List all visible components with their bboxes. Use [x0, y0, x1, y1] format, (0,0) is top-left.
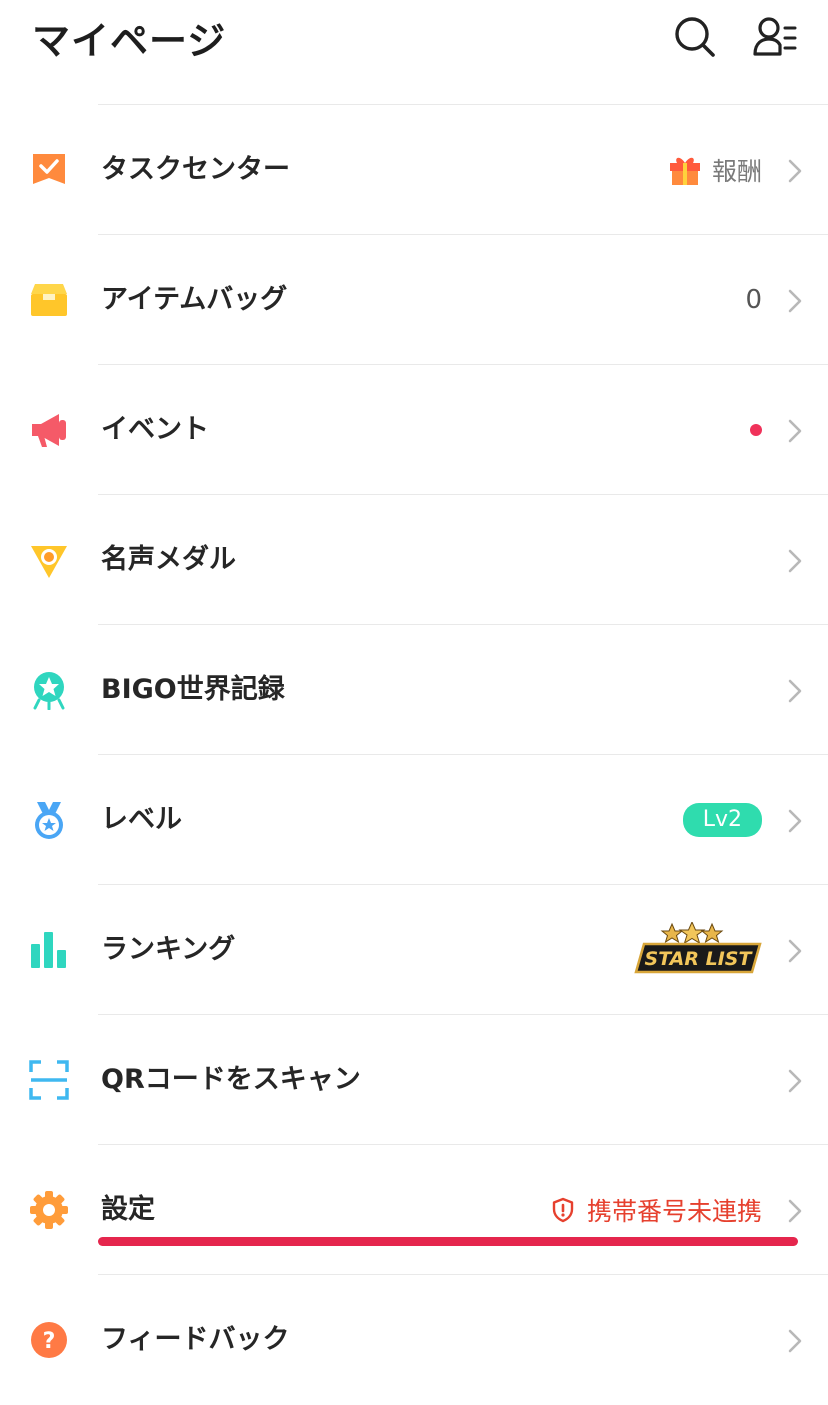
chevron-right-icon — [788, 809, 802, 833]
menu-item-level[interactable]: レベル Lv2 — [0, 755, 828, 885]
menu-item-task-center[interactable]: タスクセンター 報酬 — [0, 105, 828, 235]
menu-label: タスクセンター — [101, 154, 290, 185]
menu-label: フィードバック — [101, 1324, 290, 1355]
menu-list: タスクセンター 報酬 アイテムバッグ 0 イベント 名声メダル BIGO世界記録… — [0, 105, 828, 1405]
chevron-right-icon — [788, 939, 802, 963]
chevron-right-icon — [788, 1329, 802, 1353]
help-icon: ? — [31, 1322, 67, 1358]
warning-text: 携帯番号未連携 — [586, 1197, 762, 1226]
menu-label: BIGO世界記録 — [101, 674, 285, 705]
menu-label: 名声メダル — [101, 544, 236, 575]
chevron-right-icon — [788, 289, 802, 313]
gear-icon — [30, 1191, 68, 1229]
page-header: マイページ — [0, 0, 828, 104]
menu-item-ranking[interactable]: ランキング STAR LIST — [0, 885, 828, 1015]
menu-label: ランキング — [101, 934, 236, 965]
profile-list-icon[interactable] — [752, 14, 798, 60]
menu-item-bigo-records[interactable]: BIGO世界記録 — [0, 625, 828, 755]
menu-label: QRコードをスキャン — [101, 1064, 361, 1095]
svg-text:?: ? — [43, 1329, 56, 1354]
menu-item-settings[interactable]: 設定 携帯番号未連携 — [0, 1145, 828, 1275]
chevron-right-icon — [788, 549, 802, 573]
star-badge-icon — [33, 672, 65, 710]
page-title: マイページ — [32, 19, 227, 63]
menu-label: アイテムバッグ — [101, 284, 288, 315]
qr-scan-icon — [29, 1060, 69, 1100]
warning-accessory: 携帯番号未連携 — [551, 1145, 762, 1275]
gift-icon — [669, 157, 700, 185]
task-check-icon — [33, 154, 65, 184]
menu-item-fame-medal[interactable]: 名声メダル — [0, 495, 828, 625]
starlist-accessory: STAR LIST — [634, 885, 762, 1015]
search-icon[interactable] — [672, 14, 718, 60]
level-badge: Lv2 — [682, 803, 762, 837]
chevron-right-icon — [788, 419, 802, 443]
medal-pin-icon — [31, 546, 67, 578]
megaphone-icon — [32, 414, 66, 447]
menu-item-item-bag[interactable]: アイテムバッグ 0 — [0, 235, 828, 365]
menu-item-event[interactable]: イベント — [0, 365, 828, 495]
dot-accessory — [750, 365, 762, 495]
level-medal-icon — [35, 802, 63, 839]
shield-alert-icon — [552, 1197, 574, 1223]
starlist-logo: STAR LIST — [634, 922, 762, 974]
count-accessory: 0 — [745, 235, 762, 365]
menu-label: 設定 — [101, 1194, 155, 1225]
menu-label: イベント — [101, 414, 209, 445]
starlist-text: STAR LIST — [645, 948, 754, 970]
menu-item-qr-scan[interactable]: QRコードをスキャン — [0, 1015, 828, 1145]
level-accessory: Lv2 — [682, 755, 762, 885]
reward-accessory: 報酬 — [668, 105, 762, 235]
menu-item-feedback[interactable]: ? フィードバック — [0, 1275, 828, 1405]
bag-icon — [31, 284, 67, 316]
notification-dot — [750, 424, 762, 436]
chevron-right-icon — [788, 1069, 802, 1093]
chevron-right-icon — [788, 679, 802, 703]
menu-label: レベル — [101, 804, 182, 835]
chevron-right-icon — [788, 1199, 802, 1223]
bar-chart-icon — [31, 932, 66, 968]
item-count: 0 — [745, 285, 762, 315]
settings-highlight-underline — [98, 1237, 798, 1246]
chevron-right-icon — [788, 159, 802, 183]
reward-text: 報酬 — [711, 157, 762, 186]
